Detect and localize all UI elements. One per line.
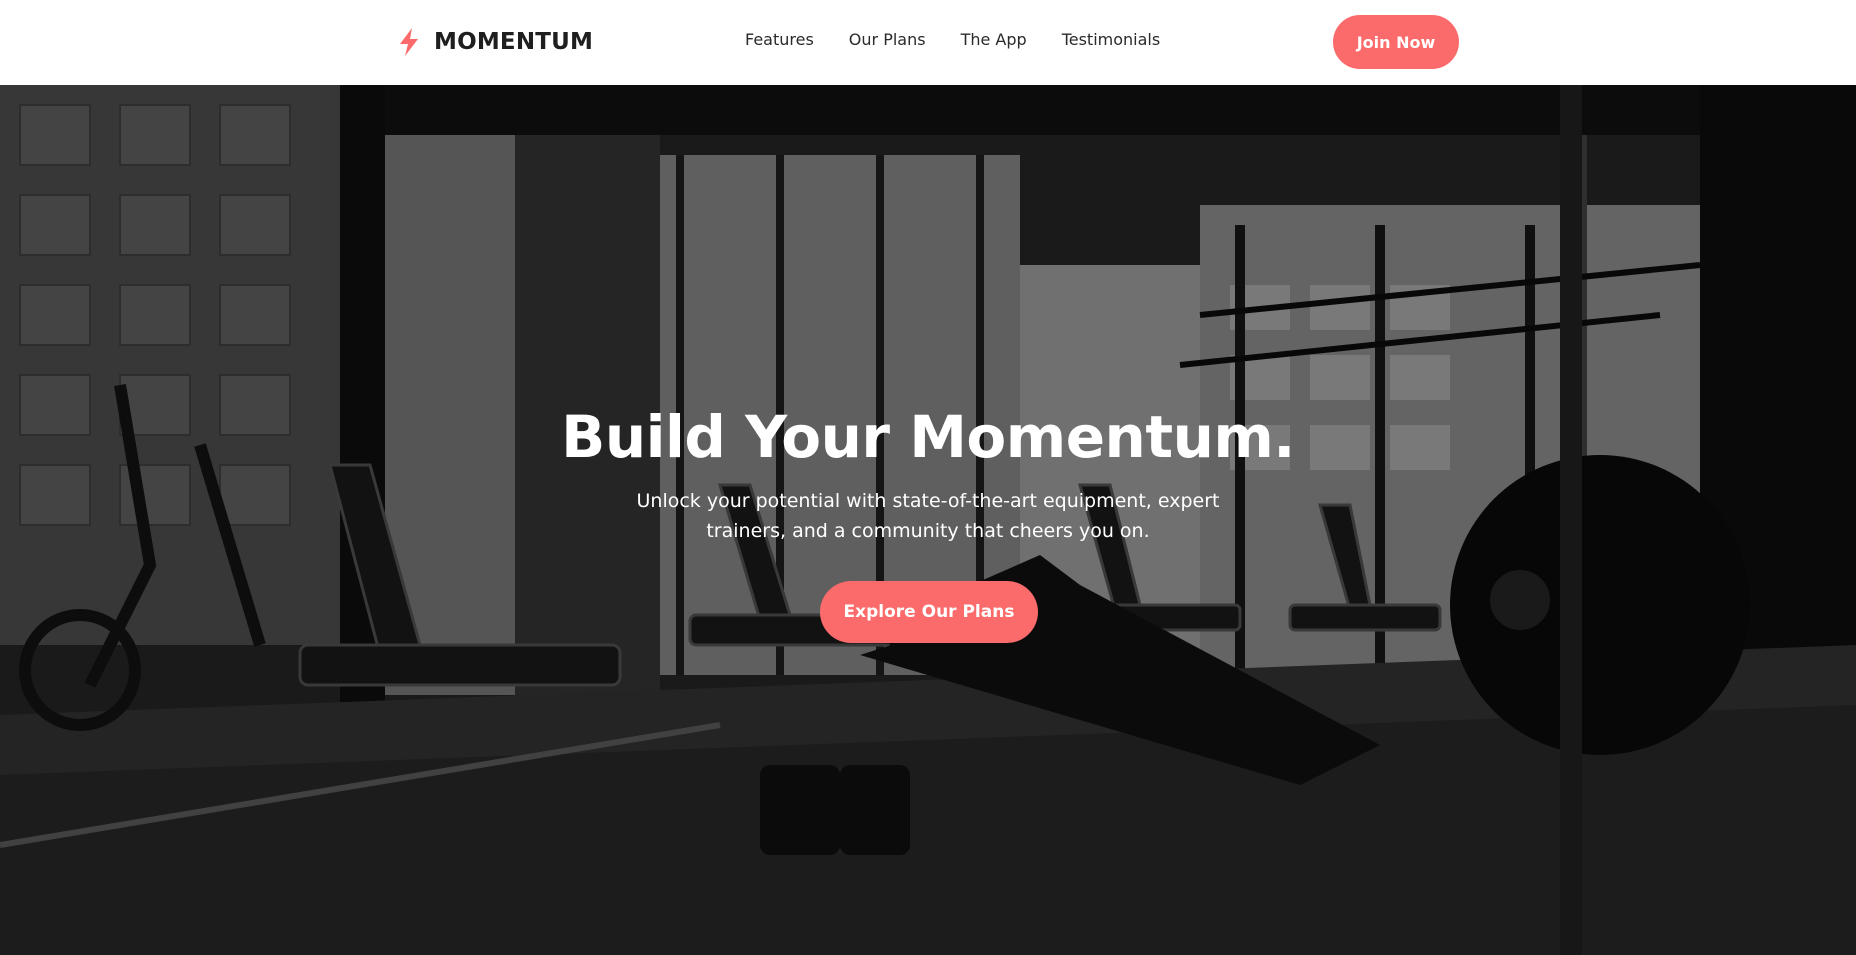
lightning-bolt-icon (400, 28, 418, 56)
nav-link-features[interactable]: Features (745, 30, 814, 49)
hero-section: Build Your Momentum. Unlock your potenti… (0, 85, 1856, 955)
main-nav: Features Our Plans The App Testimonials (745, 30, 1160, 49)
hero-title: Build Your Momentum. (561, 403, 1295, 471)
nav-link-our-plans[interactable]: Our Plans (849, 30, 926, 49)
hero-content: Build Your Momentum. Unlock your potenti… (0, 85, 1856, 955)
explore-plans-button[interactable]: Explore Our Plans (820, 581, 1038, 643)
brand-logo[interactable]: MOMENTUM (396, 24, 593, 60)
nav-link-the-app[interactable]: The App (961, 30, 1027, 49)
hero-subtitle: Unlock your potential with state-of-the-… (636, 490, 1220, 542)
nav-link-testimonials[interactable]: Testimonials (1062, 30, 1161, 49)
brand-name: MOMENTUM (434, 29, 594, 55)
join-now-button[interactable]: Join Now (1333, 15, 1459, 69)
site-header: MOMENTUM Features Our Plans The App Test… (0, 0, 1856, 85)
